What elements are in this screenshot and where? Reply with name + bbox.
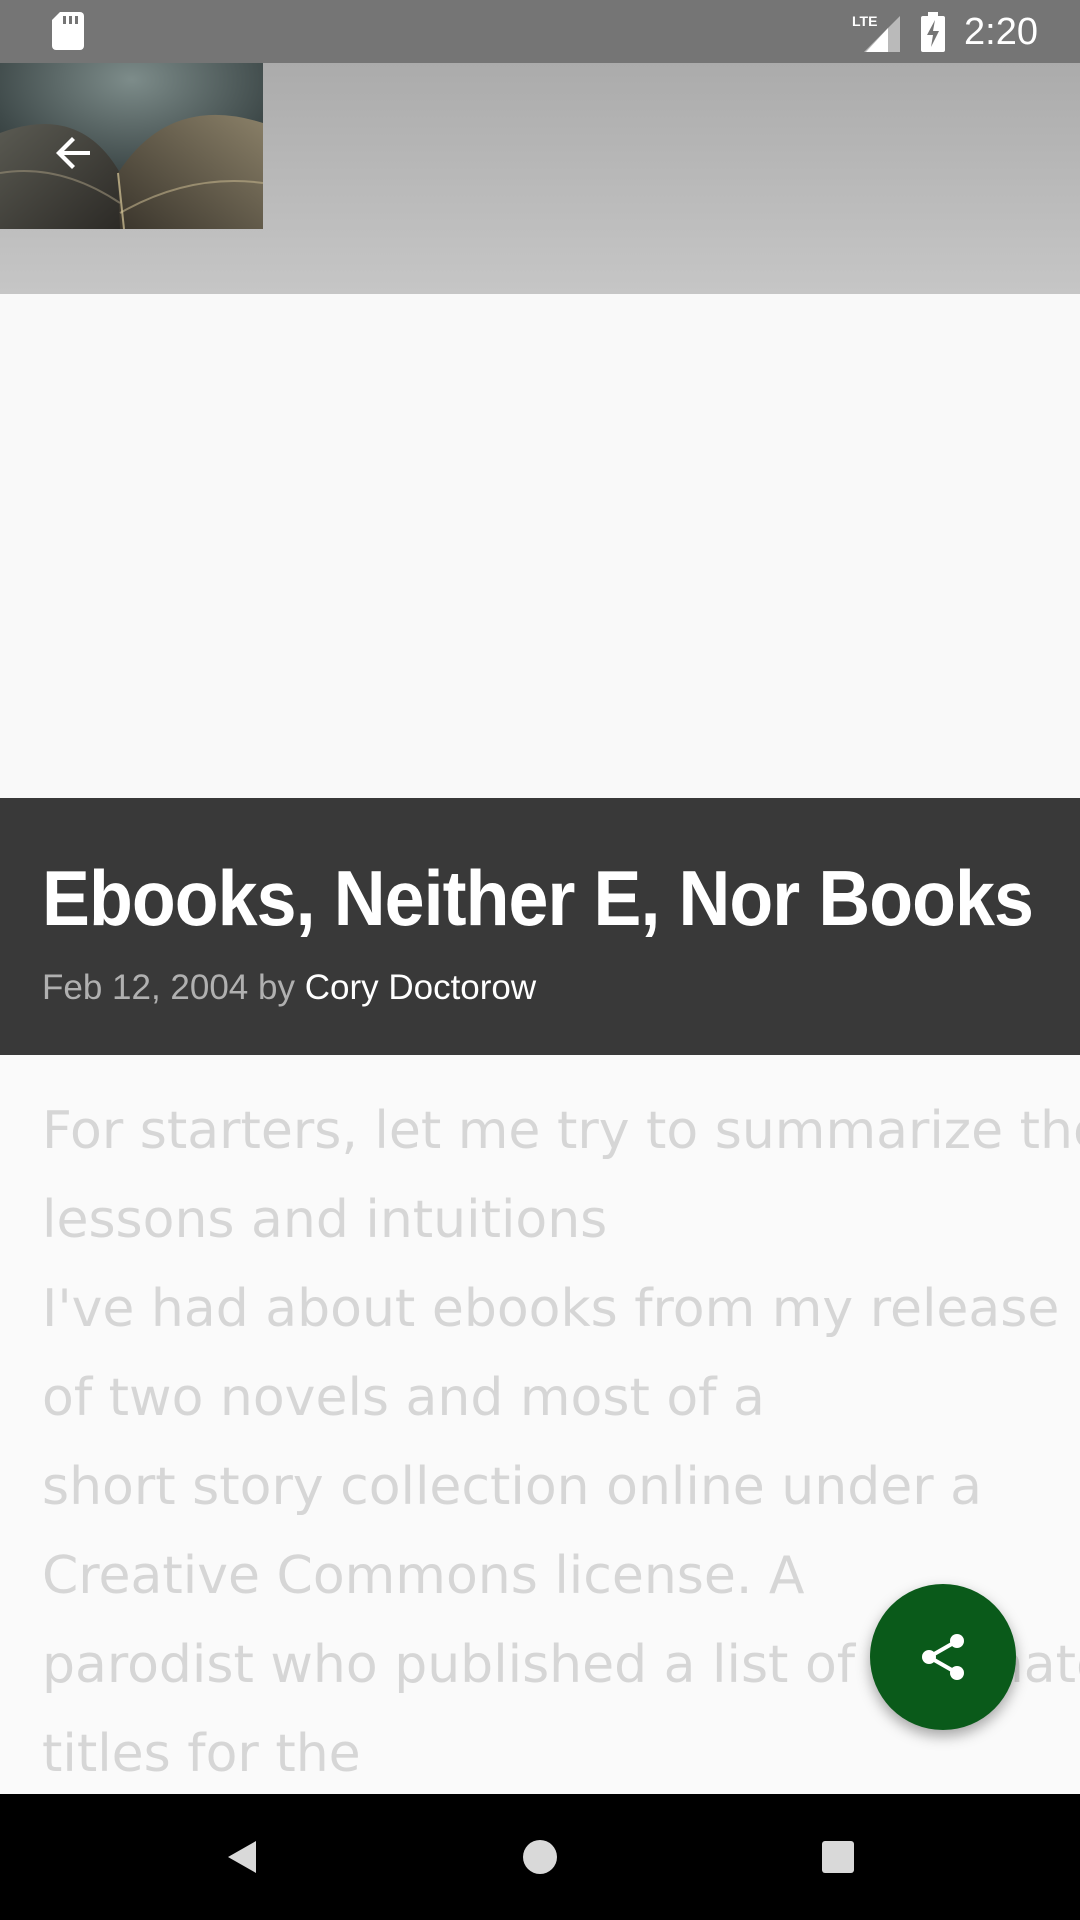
- back-triangle-icon: [228, 1841, 256, 1873]
- sd-card-icon: [52, 12, 84, 50]
- nav-home-button[interactable]: [510, 1827, 570, 1887]
- publish-date: Feb 12, 2004: [42, 968, 249, 1007]
- body-line: I've had about ebooks from my release: [42, 1279, 1060, 1339]
- status-bar: LTE 2:20: [0, 0, 1080, 63]
- share-button[interactable]: [870, 1584, 1016, 1730]
- share-icon: [922, 1634, 964, 1680]
- signal-icon: LTE: [852, 13, 900, 52]
- body-line: short story collection online under a: [42, 1457, 982, 1517]
- battery-charging-icon: [921, 12, 945, 52]
- body-line: titles for the: [42, 1724, 361, 1784]
- home-circle-icon: [523, 1840, 557, 1874]
- back-button[interactable]: [24, 103, 124, 203]
- body-line: lessons and intuitions: [42, 1190, 608, 1250]
- network-type-label: LTE: [852, 13, 877, 29]
- byline: Feb 12, 2004 by Cory Doctorow: [42, 966, 536, 1010]
- image-placeholder: [0, 294, 1080, 798]
- system-nav-bar: [0, 1794, 1080, 1920]
- body-line: For starters, let me try to summarize th…: [42, 1101, 1080, 1161]
- recents-square-icon: [822, 1841, 854, 1873]
- nav-recents-button[interactable]: [808, 1827, 868, 1887]
- article-header: Ebooks, Neither E, Nor Books Feb 12, 200…: [0, 798, 1080, 1055]
- app-bar-header: [0, 63, 1080, 294]
- body-line: of two novels and most of a: [42, 1368, 765, 1428]
- clock: 2:20: [964, 11, 1038, 53]
- arrow-back-icon: [56, 137, 90, 169]
- author-name[interactable]: Cory Doctorow: [305, 968, 536, 1007]
- nav-back-button[interactable]: [212, 1827, 272, 1887]
- byline-by: by: [258, 968, 295, 1007]
- article-title: Ebooks, Neither E, Nor Books: [42, 854, 1034, 942]
